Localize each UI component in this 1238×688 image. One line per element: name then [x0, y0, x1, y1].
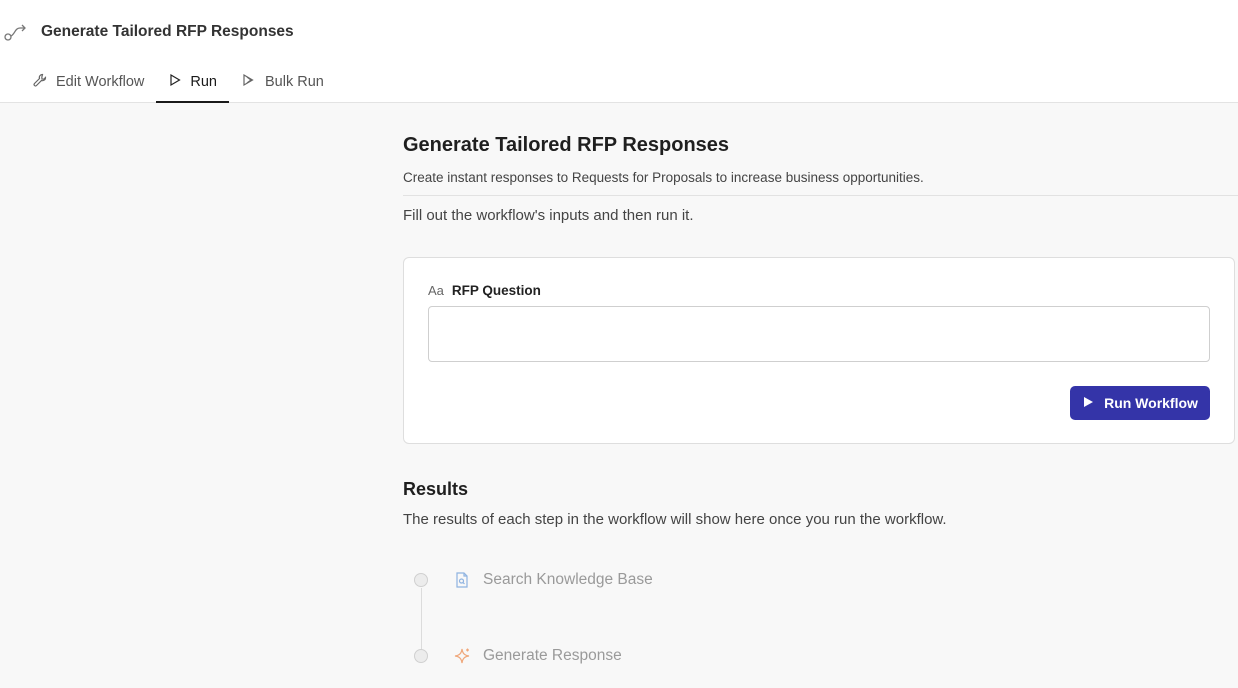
- tab-run[interactable]: Run: [156, 62, 229, 103]
- tab-label: Edit Workflow: [56, 74, 145, 90]
- tab-label: Bulk Run: [264, 74, 324, 90]
- bulk-play-icon: [241, 73, 265, 91]
- text-type-icon: Aa: [428, 283, 444, 298]
- top-bar: Generate Tailored RFP Responses Edit Wor…: [0, 0, 1238, 103]
- document-search-icon: [453, 571, 471, 589]
- field-label-row: Aa RFP Question: [428, 283, 541, 298]
- tab-edit-workflow[interactable]: Edit Workflow: [20, 62, 156, 102]
- page-description: Create instant responses to Requests for…: [403, 170, 924, 185]
- step-generate-response: Generate Response: [414, 646, 622, 666]
- run-workflow-label: Run Workflow: [1104, 395, 1198, 411]
- step-status-dot: [414, 573, 428, 587]
- rfp-question-input[interactable]: [428, 306, 1210, 362]
- wrench-icon: [32, 72, 56, 92]
- results-description: The results of each step in the workflow…: [403, 511, 947, 528]
- divider: [403, 195, 1238, 196]
- run-workflow-button[interactable]: Run Workflow: [1070, 386, 1210, 420]
- rfp-question-label: RFP Question: [451, 283, 541, 298]
- sparkle-icon: [453, 647, 471, 665]
- play-icon: [1082, 395, 1104, 411]
- step-search-knowledge-base: Search Knowledge Base: [414, 570, 653, 590]
- tab-bulk-run[interactable]: Bulk Run: [229, 62, 336, 102]
- step-status-dot: [414, 649, 428, 663]
- step-label: Search Knowledge Base: [483, 571, 653, 588]
- play-icon: [168, 73, 190, 91]
- app-title: Generate Tailored RFP Responses: [41, 23, 294, 40]
- tab-bar: Edit Workflow Run Bulk Run: [20, 62, 336, 103]
- step-label: Generate Response: [483, 647, 622, 664]
- tab-label: Run: [190, 74, 217, 90]
- workflow-icon: [3, 22, 29, 42]
- page-title: Generate Tailored RFP Responses: [403, 134, 730, 156]
- results-title: Results: [403, 479, 469, 499]
- instructions-text: Fill out the workflow's inputs and then …: [403, 207, 694, 224]
- input-card: Aa RFP Question Run Workflow: [403, 257, 1235, 444]
